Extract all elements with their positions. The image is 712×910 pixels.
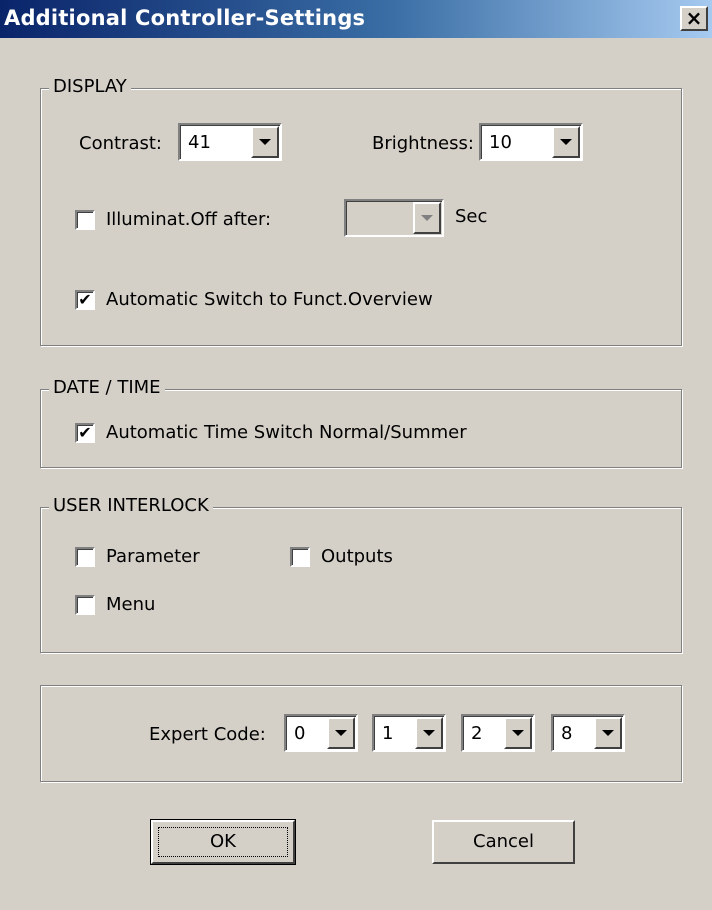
outputs-label: Outputs — [321, 546, 393, 567]
auto-switch-label: Automatic Switch to Funct.Overview — [106, 289, 433, 310]
brightness-dropdown-icon[interactable] — [552, 126, 580, 158]
illuminat-off-label: Illuminat.Off after: — [106, 209, 272, 230]
auto-time-label: Automatic Time Switch Normal/Summer — [106, 422, 467, 443]
illuminat-off-select[interactable] — [344, 199, 444, 237]
checkmark-icon: ✔ — [78, 290, 92, 309]
display-group-label: DISPLAY — [49, 76, 131, 97]
close-icon: × — [685, 6, 703, 30]
parameter-checkbox[interactable] — [75, 547, 95, 567]
menu-label: Menu — [106, 594, 156, 615]
datetime-group: DATE / TIME ✔ Automatic Time Switch Norm… — [40, 377, 682, 468]
ok-button[interactable]: OK — [150, 819, 296, 865]
checkmark-icon: ✔ — [78, 423, 92, 442]
brightness-value: 10 — [489, 132, 512, 153]
datetime-group-label: DATE / TIME — [49, 377, 165, 398]
auto-time-checkbox[interactable]: ✔ — [75, 423, 95, 443]
user-interlock-group: USER INTERLOCK Parameter Outputs Menu — [40, 495, 682, 653]
expert-code-dropdown-icon-4[interactable] — [594, 717, 622, 749]
brightness-select[interactable]: 10 — [479, 123, 583, 161]
user-interlock-group-label: USER INTERLOCK — [49, 495, 213, 516]
contrast-select[interactable]: 41 — [178, 123, 282, 161]
title-bar[interactable]: Additional Controller-Settings × — [0, 0, 712, 38]
expert-code-select-3[interactable]: 2 — [461, 714, 535, 752]
brightness-label: Brightness: — [372, 133, 474, 154]
display-group: DISPLAY Contrast: 41 Brightness: 10 Illu… — [40, 76, 682, 346]
contrast-label: Contrast: — [79, 133, 162, 154]
expert-code-value-3: 2 — [471, 723, 483, 744]
expert-code-select-4[interactable]: 8 — [551, 714, 625, 752]
menu-checkbox[interactable] — [75, 595, 95, 615]
cancel-button-label: Cancel — [473, 831, 534, 852]
illuminat-off-dropdown-icon[interactable] — [413, 202, 441, 234]
expert-code-dropdown-icon-2[interactable] — [415, 717, 443, 749]
expert-code-value-2: 1 — [382, 723, 394, 744]
expert-code-group: Expert Code: 0 1 2 8 — [40, 685, 682, 782]
auto-switch-checkbox[interactable]: ✔ — [75, 290, 95, 310]
expert-code-select-1[interactable]: 0 — [284, 714, 358, 752]
expert-code-dropdown-icon-3[interactable] — [504, 717, 532, 749]
close-button[interactable]: × — [680, 6, 708, 31]
expert-code-value-1: 0 — [294, 723, 306, 744]
expert-code-label: Expert Code: — [149, 724, 266, 745]
contrast-dropdown-icon[interactable] — [251, 126, 279, 158]
outputs-checkbox[interactable] — [290, 547, 310, 567]
parameter-label: Parameter — [106, 546, 200, 567]
expert-code-dropdown-icon-1[interactable] — [327, 717, 355, 749]
sec-label: Sec — [455, 206, 488, 227]
illuminat-off-checkbox[interactable] — [75, 210, 95, 230]
dialog-client-area: DISPLAY Contrast: 41 Brightness: 10 Illu… — [0, 38, 712, 910]
ok-button-label: OK — [210, 831, 236, 852]
window-title: Additional Controller-Settings — [4, 6, 366, 30]
expert-code-select-2[interactable]: 1 — [372, 714, 446, 752]
cancel-button[interactable]: Cancel — [432, 820, 575, 864]
dialog-window: Additional Controller-Settings × DISPLAY… — [0, 0, 712, 910]
contrast-value: 41 — [188, 132, 211, 153]
expert-code-value-4: 8 — [561, 723, 573, 744]
